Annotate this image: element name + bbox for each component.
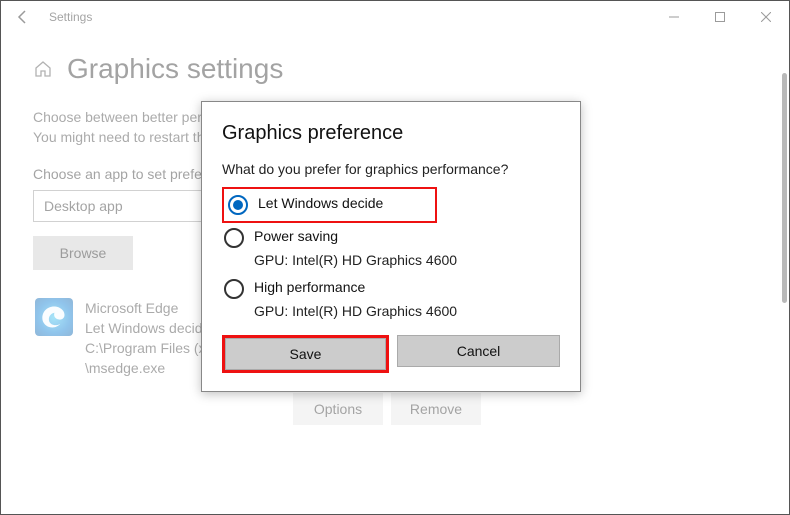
back-icon[interactable]	[13, 7, 33, 27]
scrollbar-thumb[interactable]	[782, 73, 787, 303]
window-controls	[651, 1, 789, 33]
radio-label: Let Windows decide	[258, 195, 383, 211]
dialog-title: Graphics preference	[222, 122, 560, 145]
remove-button[interactable]: Remove	[391, 393, 481, 425]
radio-let-windows-decide[interactable]: Let Windows decide	[226, 191, 433, 219]
graphics-preference-dialog: Graphics preference What do you prefer f…	[201, 101, 581, 392]
window-title: Settings	[49, 10, 92, 24]
minimize-button[interactable]	[651, 1, 697, 33]
dropdown-value: Desktop app	[44, 198, 123, 214]
high-performance-gpu: GPU: Intel(R) HD Graphics 4600	[254, 303, 560, 319]
highlight-annotation-save: Save	[222, 335, 389, 373]
highlight-annotation-option: Let Windows decide	[222, 187, 437, 223]
save-button[interactable]: Save	[225, 338, 386, 370]
radio-icon	[224, 279, 244, 299]
close-button[interactable]	[743, 1, 789, 33]
radio-label: High performance	[254, 279, 365, 295]
home-icon[interactable]	[33, 59, 53, 79]
browse-button[interactable]: Browse	[33, 236, 133, 270]
maximize-button[interactable]	[697, 1, 743, 33]
page-title: Graphics settings	[67, 53, 283, 85]
radio-high-performance[interactable]: High performance	[222, 274, 560, 303]
page-header: Graphics settings	[33, 53, 757, 85]
options-button[interactable]: Options	[293, 393, 383, 425]
radio-icon	[228, 195, 248, 215]
dialog-question: What do you prefer for graphics performa…	[222, 161, 560, 177]
power-saving-gpu: GPU: Intel(R) HD Graphics 4600	[254, 252, 560, 268]
edge-icon	[35, 298, 73, 336]
scrollbar-track[interactable]	[780, 33, 788, 513]
radio-power-saving[interactable]: Power saving	[222, 223, 560, 252]
cancel-button[interactable]: Cancel	[397, 335, 560, 367]
radio-label: Power saving	[254, 228, 338, 244]
radio-icon	[224, 228, 244, 248]
